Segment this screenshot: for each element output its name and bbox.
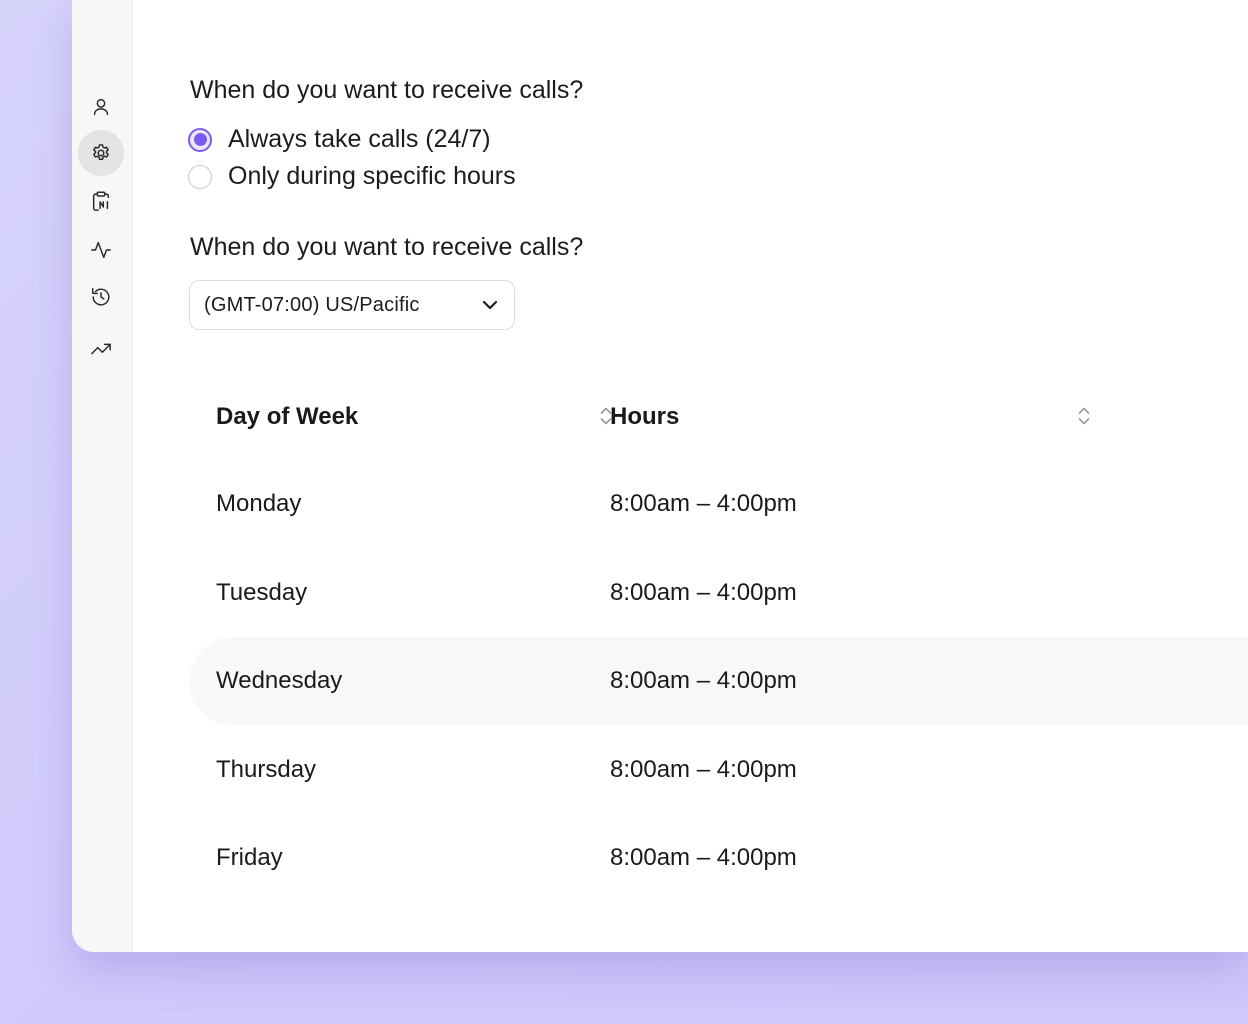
history-icon bbox=[92, 288, 110, 306]
option-label: Always take calls (24/7) bbox=[228, 125, 491, 153]
sidebar-item-analytics[interactable] bbox=[78, 326, 124, 372]
sidebar-item-settings[interactable] bbox=[78, 130, 124, 176]
radio-button-selected[interactable] bbox=[188, 127, 212, 152]
clipboard-icon bbox=[92, 191, 110, 211]
table-row[interactable]: Tuesday 8:00am – 4:00pm bbox=[189, 549, 1248, 637]
day-cell: Wednesday bbox=[216, 667, 343, 694]
radio-dot bbox=[193, 133, 207, 146]
chevron-down-icon bbox=[482, 300, 498, 310]
table-row[interactable]: Friday 8:00am – 4:00pm bbox=[189, 814, 1248, 902]
sort-icon bbox=[1078, 407, 1090, 425]
radio-button[interactable] bbox=[188, 164, 212, 189]
table-row-highlighted[interactable]: Wednesday 8:00am – 4:00pm bbox=[189, 637, 1248, 725]
hours-cell: 8:00am – 4:00pm bbox=[610, 756, 797, 783]
user-icon bbox=[93, 98, 109, 116]
column-header-day[interactable]: Day of Week bbox=[216, 400, 358, 434]
table-row[interactable]: Monday 8:00am – 4:00pm bbox=[189, 460, 1248, 548]
option-always-take-calls[interactable]: Always take calls (24/7) bbox=[188, 125, 491, 154]
timezone-value: (GMT-07:00) US/Pacific bbox=[204, 293, 420, 316]
day-cell: Monday bbox=[216, 490, 302, 517]
sidebar-item-activity[interactable] bbox=[78, 227, 124, 273]
day-cell: Thursday bbox=[216, 756, 317, 783]
table-row[interactable]: Thursday 8:00am – 4:00pm bbox=[189, 726, 1248, 814]
trending-up-icon bbox=[91, 343, 111, 355]
settings-content: When do you want to receive calls? Alway… bbox=[132, 0, 1248, 952]
sidebar-item-tasks[interactable] bbox=[78, 178, 124, 224]
app-window: When do you want to receive calls? Alway… bbox=[72, 0, 1248, 952]
timezone-select[interactable]: (GMT-07:00) US/Pacific bbox=[189, 280, 515, 330]
hours-cell: 8:00am – 4:00pm bbox=[610, 490, 797, 517]
sidebar-item-history[interactable] bbox=[78, 274, 124, 320]
schedule-question: When do you want to receive calls? bbox=[190, 76, 584, 104]
sidebar bbox=[72, 0, 133, 952]
day-cell: Friday bbox=[216, 844, 283, 871]
sort-hours-button[interactable] bbox=[1076, 404, 1092, 428]
hours-cell: 8:00am – 4:00pm bbox=[610, 667, 797, 694]
option-label: Only during specific hours bbox=[228, 162, 516, 190]
column-header-hours[interactable]: Hours bbox=[610, 400, 679, 434]
option-specific-hours[interactable]: Only during specific hours bbox=[188, 162, 516, 191]
hours-cell: 8:00am – 4:00pm bbox=[610, 844, 797, 871]
hours-cell: 8:00am – 4:00pm bbox=[610, 579, 797, 606]
activity-icon bbox=[91, 241, 111, 259]
gear-icon bbox=[93, 144, 109, 160]
day-cell: Tuesday bbox=[216, 579, 308, 606]
sidebar-item-profile[interactable] bbox=[78, 84, 124, 130]
timezone-question: When do you want to receive calls? bbox=[190, 233, 584, 261]
